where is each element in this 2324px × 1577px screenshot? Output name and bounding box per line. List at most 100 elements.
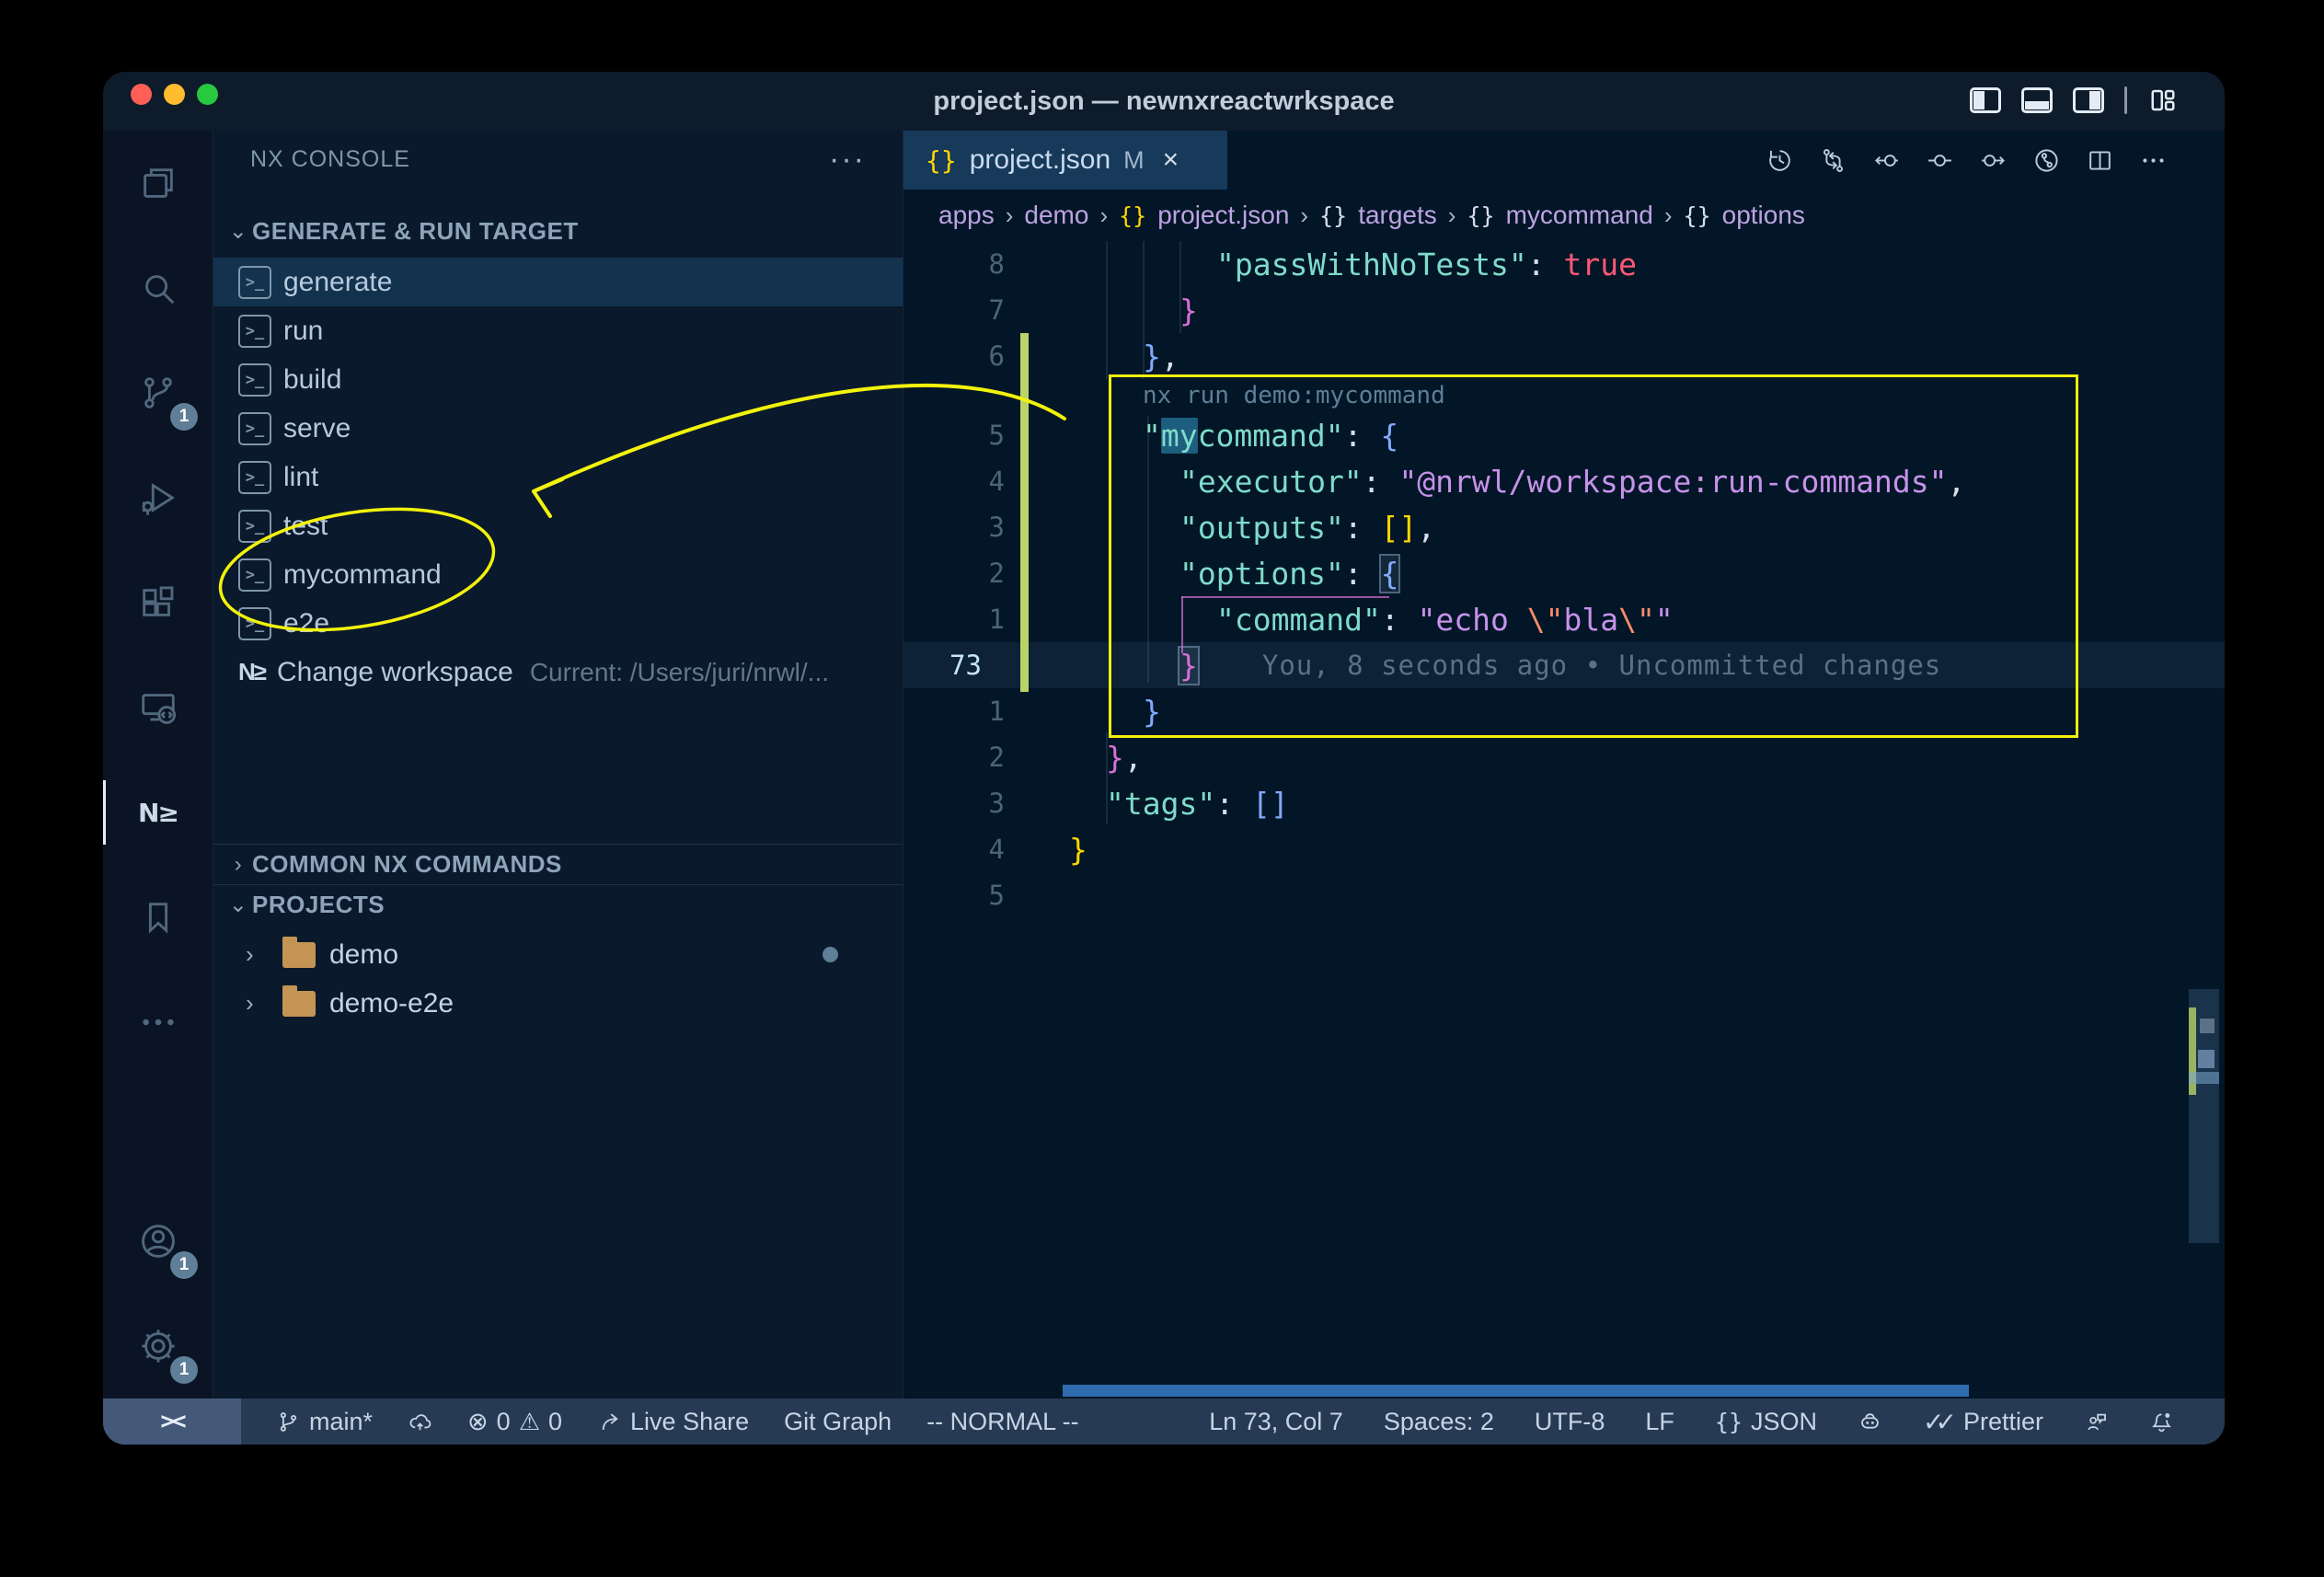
line-number: 73 — [903, 650, 1005, 681]
sidebar-item-run[interactable]: >_run — [213, 306, 903, 355]
customize-layout-icon[interactable] — [2147, 86, 2179, 114]
breadcrumb-separator: › — [1300, 201, 1308, 230]
nx-console-icon[interactable]: N≥ — [103, 760, 213, 865]
code-line-2: 2"options": { — [903, 550, 2225, 596]
search-icon[interactable] — [103, 236, 213, 340]
code-line-4: 4"executor": "@nrwl/workspace:run-comman… — [903, 458, 2225, 504]
layout-controls — [1970, 86, 2179, 114]
explorer-icon[interactable] — [103, 131, 213, 236]
source-control-badge: 1 — [170, 403, 198, 431]
tab-project-json[interactable]: {} project.json M × — [903, 131, 1227, 190]
section-generate-run-target[interactable]: ⌄ GENERATE & RUN TARGET — [213, 212, 903, 250]
breadcrumb-item-mycommand[interactable]: mycommand — [1506, 201, 1653, 230]
run-debug-icon[interactable] — [103, 445, 213, 550]
remote-explorer-icon[interactable] — [103, 655, 213, 760]
code-line-8: 8"passWithNoTests": true — [903, 241, 2225, 287]
target-label: test — [283, 511, 328, 542]
git-graph-circle-icon[interactable] — [2032, 146, 2061, 175]
chevron-right-icon[interactable]: › — [246, 940, 282, 969]
source-control-icon[interactable]: 1 — [103, 340, 213, 445]
line-number: 7 — [903, 294, 1005, 326]
editor-actions — [1766, 131, 2168, 190]
extensions-icon[interactable] — [103, 550, 213, 655]
more-views-icon[interactable] — [103, 970, 213, 1075]
line-number: 1 — [903, 604, 1005, 635]
more-actions-icon[interactable] — [2139, 146, 2168, 175]
sidebar-item-e2e[interactable]: >_e2e — [213, 599, 903, 648]
encoding-item[interactable]: UTF-8 — [1535, 1408, 1605, 1436]
line-number: 8 — [903, 248, 1005, 280]
bookmarks-icon[interactable] — [103, 865, 213, 970]
accounts-icon[interactable]: 1 — [103, 1189, 213, 1294]
toggle-primary-sidebar-icon[interactable] — [1970, 87, 2001, 113]
language-mode-item[interactable]: {} JSON — [1715, 1408, 1817, 1436]
sidebar-item-test[interactable]: >_test — [213, 501, 903, 550]
error-icon: ⊗ — [467, 1408, 489, 1436]
breadcrumb-item-targets[interactable]: targets — [1358, 201, 1437, 230]
section-common-nx-commands[interactable]: › COMMON NX COMMANDS — [213, 844, 903, 884]
split-editor-icon[interactable] — [2086, 146, 2114, 175]
feedback-item[interactable] — [2084, 1410, 2109, 1434]
vertical-scrollbar[interactable] — [2189, 989, 2219, 1243]
activity-bar: 1 N≥ 1 — [103, 131, 213, 1399]
change-workspace-item[interactable]: N≥ Change workspace Current: /Users/juri… — [213, 648, 903, 696]
git-graph-item[interactable]: Git Graph — [784, 1408, 892, 1436]
live-share-item[interactable]: Live Share — [597, 1408, 749, 1436]
toggle-secondary-sidebar-icon[interactable] — [2073, 87, 2104, 113]
current-change-icon[interactable] — [1926, 146, 1954, 175]
project-item-demo-e2e[interactable]: ›demo-e2e — [213, 979, 903, 1028]
next-change-icon[interactable] — [1979, 146, 2008, 175]
sidebar-more-actions-icon[interactable]: ··· — [829, 155, 866, 164]
titlebar: project.json — newnxreactwrkspace — [103, 72, 2225, 131]
breadcrumb-item-options[interactable]: options — [1722, 201, 1805, 230]
horizontal-scrollbar[interactable] — [1063, 1385, 1969, 1397]
breadcrumb-item-demo[interactable]: demo — [1024, 201, 1088, 230]
target-label: generate — [283, 267, 392, 298]
code-editor[interactable]: 8"passWithNoTests": true7}6},nx run demo… — [903, 241, 2225, 1399]
copilot-item[interactable] — [1858, 1410, 1882, 1434]
sidebar-item-lint[interactable]: >_lint — [213, 453, 903, 501]
formatter-item[interactable]: ✓✓ Prettier — [1923, 1407, 2043, 1437]
eol-item[interactable]: LF — [1645, 1408, 1674, 1436]
nx-console-sidebar: NX CONSOLE ··· ⌄ GENERATE & RUN TARGET >… — [213, 131, 903, 1399]
git-compare-icon[interactable] — [1819, 146, 1847, 175]
target-label: run — [283, 316, 323, 347]
settings-gear-icon[interactable]: 1 — [103, 1294, 213, 1399]
indentation-item[interactable]: Spaces: 2 — [1384, 1408, 1494, 1436]
close-tab-icon[interactable]: × — [1163, 144, 1179, 176]
previous-change-icon[interactable] — [1872, 146, 1901, 175]
section-projects[interactable]: ⌄ PROJECTS — [213, 884, 903, 925]
sidebar-item-build[interactable]: >_build — [213, 355, 903, 404]
sidebar-item-generate[interactable]: >_generate — [213, 258, 903, 306]
timeline-history-icon[interactable] — [1766, 146, 1794, 175]
sidebar-item-serve[interactable]: >_serve — [213, 404, 903, 453]
notifications-item[interactable] — [2149, 1410, 2174, 1434]
git-blame-annotation: You, 8 seconds ago • Uncommitted changes — [1262, 650, 1941, 681]
breadcrumb-item-project.json[interactable]: project.json — [1157, 201, 1289, 230]
project-label: demo — [329, 939, 398, 971]
codelens-run-command[interactable]: nx run demo:mycommand — [1005, 382, 1445, 409]
project-item-demo[interactable]: › demo — [213, 930, 903, 979]
symbol-braces-icon: {} — [1319, 202, 1347, 229]
problems-item[interactable]: ⊗ 0 ⚠ 0 — [467, 1408, 562, 1436]
terminal-icon: >_ — [238, 461, 271, 494]
remote-indicator[interactable]: >< — [103, 1399, 241, 1445]
terminal-icon: >_ — [238, 412, 271, 445]
sync-changes-item[interactable] — [408, 1410, 432, 1434]
minimize-window-button[interactable] — [164, 84, 185, 105]
branch-item[interactable]: main* — [276, 1408, 373, 1436]
line-number: 3 — [903, 788, 1005, 819]
cursor-position-item[interactable]: Ln 73, Col 7 — [1209, 1408, 1343, 1436]
codelens-line: nx run demo:mycommand — [903, 379, 2225, 412]
symbol-braces-icon: {} — [1467, 202, 1494, 229]
breadcrumb-item-apps[interactable]: apps — [938, 201, 995, 230]
sidebar-item-mycommand[interactable]: >_mycommand — [213, 550, 903, 599]
chevron-right-icon[interactable]: › — [246, 989, 282, 1018]
zoom-window-button[interactable] — [197, 84, 218, 105]
code-line-3: 3"tags": [] — [903, 780, 2225, 826]
line-number: 4 — [903, 834, 1005, 865]
modified-indicator: M — [1123, 146, 1145, 175]
change-workspace-label: Change workspace — [277, 657, 513, 688]
close-window-button[interactable] — [131, 84, 152, 105]
toggle-panel-icon[interactable] — [2021, 87, 2053, 113]
